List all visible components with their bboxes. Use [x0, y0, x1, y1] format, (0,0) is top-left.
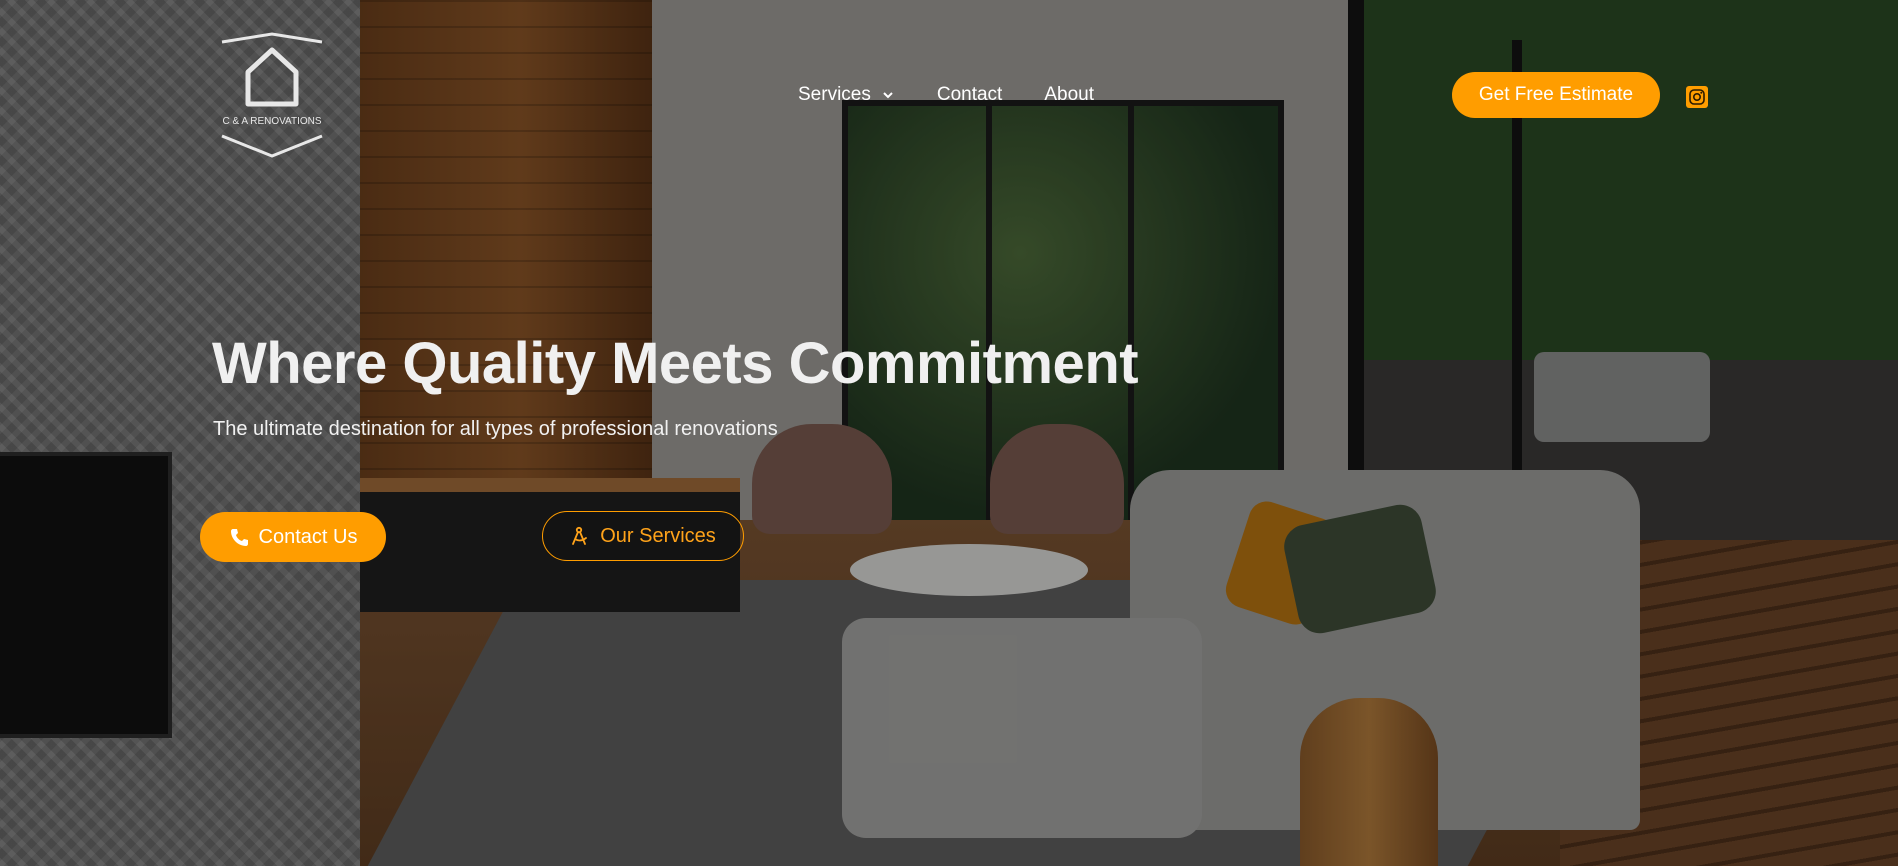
- compass-icon: [572, 526, 588, 545]
- contact-us-label: Contact Us: [258, 525, 358, 548]
- get-free-estimate-label: Get Free Estimate: [1478, 84, 1634, 105]
- chevron-down-icon: [883, 92, 893, 99]
- main-nav: Services Contact About: [798, 84, 1094, 106]
- nav-services-label: Services: [798, 84, 871, 105]
- instagram-icon[interactable]: [1686, 86, 1708, 108]
- nav-services[interactable]: Services: [798, 84, 895, 106]
- nav-about[interactable]: About: [1044, 84, 1094, 106]
- hero-subtitle: The ultimate destination for all types o…: [213, 418, 778, 440]
- get-free-estimate-button[interactable]: Get Free Estimate: [1452, 72, 1660, 118]
- hero-title: Where Quality Meets Commitment: [212, 331, 1139, 396]
- phone-icon: [230, 529, 248, 546]
- logo-wordmark: C & A RENOVATIONS: [222, 116, 321, 127]
- nav-contact-label: Contact: [936, 84, 1003, 105]
- nav-contact[interactable]: Contact: [937, 84, 1002, 106]
- our-services-label: Our Services: [600, 524, 716, 547]
- contact-us-button[interactable]: Contact Us: [200, 512, 386, 562]
- house-logo-icon: C & A RENOVATIONS: [221, 32, 323, 158]
- our-services-button[interactable]: Our Services: [542, 511, 744, 561]
- nav-about-label: About: [1044, 84, 1094, 105]
- brand-logo[interactable]: C & A RENOVATIONS: [208, 32, 336, 160]
